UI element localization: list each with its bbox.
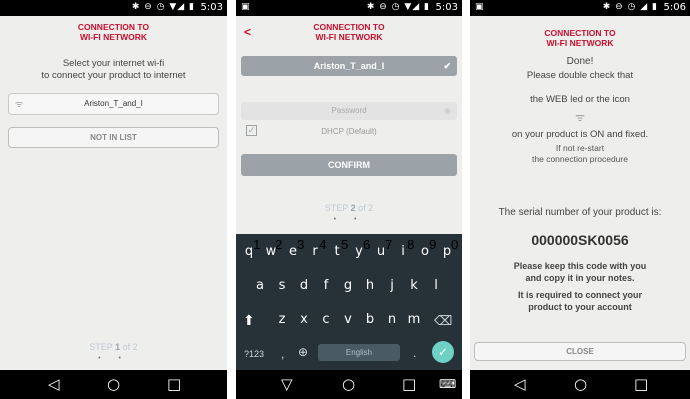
step-indicator: STEP 2 of 2 [324, 203, 374, 213]
status-time: 5:03 [200, 2, 223, 13]
space-key[interactable]: English [318, 344, 400, 361]
status-bar: ▣ ✱ ⊖ ◷ ◢ ▮ 5:06 [470, 0, 690, 16]
key-a[interactable]: a [250, 278, 270, 293]
soft-keyboard: q1w2e3r4t5y6u7i8o9p0 asdfghjkl zxcvbnm ⬆… [236, 234, 462, 370]
page-title: CONNECTION TO WI-FI NETWORK [544, 28, 616, 48]
key-number-hint: 9 [429, 237, 437, 252]
key-number-hint: 1 [253, 237, 261, 252]
key-x[interactable]: x [294, 312, 314, 327]
check-text: Please double check that [526, 70, 634, 81]
nav-bar: ◁ ○ □ [470, 370, 690, 399]
key-c[interactable]: c [316, 312, 336, 327]
key-n[interactable]: n [382, 312, 402, 327]
selected-network[interactable]: Ariston_T_and_I ✔ [241, 56, 457, 76]
backspace-icon[interactable]: ⌫ [434, 313, 452, 329]
enter-key[interactable]: ✓ [432, 341, 454, 363]
key-number-hint: 3 [297, 237, 305, 252]
required-text: It is required to connect your product t… [517, 290, 643, 312]
nav-recent-icon[interactable]: □ [402, 375, 416, 393]
key-z[interactable]: z [272, 312, 292, 327]
nav-bar: ◁ ○ □ [0, 370, 227, 399]
notification-icon: ▣ [241, 2, 250, 12]
status-bar: ✱ ⊖ ◷ ▼◢ ▮ 5:03 [0, 0, 227, 16]
nav-home-icon[interactable]: ○ [574, 375, 587, 393]
period-key[interactable]: . [413, 346, 416, 360]
nav-recent-icon[interactable]: □ [634, 375, 648, 393]
network-item[interactable]: ᯤ Ariston_T_and_I [8, 93, 219, 115]
done-text: Done! [566, 56, 594, 67]
nav-home-icon[interactable]: ○ [342, 375, 355, 393]
serial-label: The serial number of your product is: [498, 207, 662, 218]
status-icons: ✱ ⊖ ◷ ▼◢ ▮ [131, 2, 195, 12]
status-time: 5:06 [663, 2, 686, 13]
password-input[interactable]: Password ◉ [241, 102, 457, 120]
key-number-hint: 4 [319, 237, 327, 252]
keyboard-icon[interactable]: ⌨ [439, 377, 456, 391]
comma-key[interactable]: , [281, 347, 284, 361]
notification-icon: ▣ [475, 2, 484, 12]
key-number-hint: 2 [275, 237, 283, 252]
key-number-hint: 0 [451, 237, 459, 252]
globe-icon[interactable]: ⊕ [298, 345, 308, 359]
key-number-hint: 6 [363, 237, 371, 252]
restart-text: If not re-start the connection procedure [532, 143, 628, 164]
keep-code-text: Please keep this code with you and copy … [513, 261, 647, 283]
key-j[interactable]: j [382, 278, 402, 293]
key-f[interactable]: f [316, 278, 336, 293]
checkmark-icon: ✔ [443, 61, 451, 71]
status-icons: ✱ ⊖ ◷ ▼◢ ▮ [366, 2, 430, 12]
hide-keyboard-icon[interactable]: ▽ [281, 375, 293, 393]
nav-recent-icon[interactable]: □ [167, 375, 181, 393]
page-title: CONNECTION TO WI-FI NETWORK [77, 22, 150, 42]
shift-icon[interactable]: ⬆ [243, 312, 255, 329]
status-bar: ▣ ✱ ⊖ ◷ ▼◢ ▮ 5:03 [236, 0, 462, 16]
confirm-button[interactable]: CONFIRM [241, 154, 457, 176]
key-number-hint: 8 [407, 237, 415, 252]
key-k[interactable]: k [404, 278, 424, 293]
nav-back-icon[interactable]: ◁ [514, 375, 526, 393]
close-button[interactable]: CLOSE [474, 342, 686, 361]
key-g[interactable]: g [338, 278, 358, 293]
instruction-text: Select your internet wi-fi to connect yo… [41, 58, 186, 81]
web-led-text: the WEB led or the icon [530, 94, 630, 105]
screen-select-network: ✱ ⊖ ◷ ▼◢ ▮ 5:03 CONNECTION TO WI-FI NETW… [0, 0, 227, 399]
screen-done: ▣ ✱ ⊖ ◷ ◢ ▮ 5:06 CONNECTION TO WI-FI NET… [470, 0, 690, 399]
symbols-key[interactable]: ?123 [244, 349, 264, 359]
wifi-icon: ᯤ [574, 112, 586, 124]
key-v[interactable]: v [338, 312, 358, 327]
wifi-icon: ᯤ [15, 99, 24, 109]
key-s[interactable]: s [272, 278, 292, 293]
screen-enter-password: ▣ ✱ ⊖ ◷ ▼◢ ▮ 5:03 < CONNECTION TO WI-FI … [236, 0, 462, 399]
page-dots: • • [333, 216, 365, 223]
key-m[interactable]: m [404, 312, 424, 327]
page-dots: • • [98, 355, 129, 362]
status-time: 5:03 [435, 2, 458, 13]
network-name: Ariston_T_and_I [84, 99, 143, 108]
nav-bar: ▽ ○ □ ⌨ [236, 370, 462, 399]
key-l[interactable]: l [426, 278, 446, 293]
key-h[interactable]: h [360, 278, 380, 293]
key-b[interactable]: b [360, 312, 380, 327]
key-d[interactable]: d [294, 278, 314, 293]
page-title: CONNECTION TO WI-FI NETWORK [313, 22, 385, 42]
nav-home-icon[interactable]: ○ [107, 375, 120, 393]
not-in-list-button[interactable]: NOT IN LIST [8, 127, 219, 148]
status-icons: ✱ ⊖ ◷ ◢ ▮ [602, 2, 658, 12]
key-number-hint: 5 [341, 237, 349, 252]
nav-back-icon[interactable]: ◁ [48, 375, 60, 393]
key-number-hint: 7 [385, 237, 393, 252]
eye-icon[interactable]: ◉ [444, 102, 451, 120]
on-fixed-text: on your product is ON and fixed. [511, 129, 649, 140]
serial-number: 000000SK0056 [531, 232, 629, 248]
step-indicator: STEP 1 of 2 [89, 342, 138, 352]
dhcp-label: DHCP (Default) [321, 127, 377, 136]
